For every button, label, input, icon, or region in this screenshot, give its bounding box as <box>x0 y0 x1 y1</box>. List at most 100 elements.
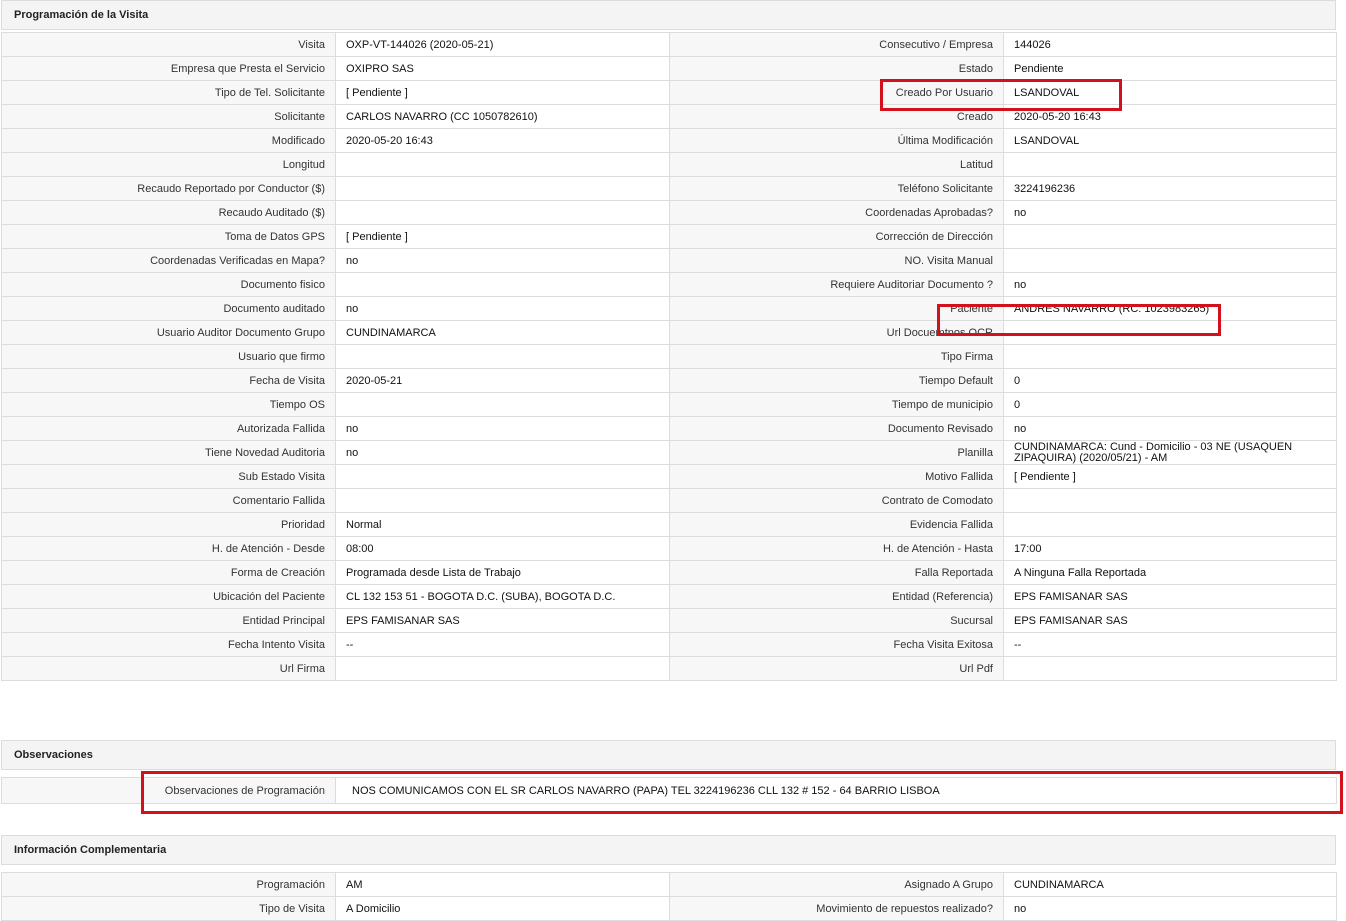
field-value: no <box>335 296 670 321</box>
field-value <box>335 176 670 201</box>
field-label: Tipo de Visita <box>1 896 336 921</box>
programacion-table: Visita OXP-VT-144026 (2020-05-21) Consecut… <box>1 32 1337 681</box>
field-value <box>335 152 670 177</box>
table-row: Coordenadas Verificadas en Mapa? no NO. V… <box>1 248 1337 273</box>
field-label: Prioridad <box>1 512 336 537</box>
field-value <box>335 392 670 417</box>
field-label: Asignado A Grupo <box>669 872 1004 897</box>
field-label: Movimiento de repuestos realizado? <box>669 896 1004 921</box>
field-value: no <box>1003 272 1337 297</box>
field-label: Planilla <box>669 440 1004 465</box>
field-label: Fecha Intento Visita <box>1 632 336 657</box>
table-row: Toma de Datos GPS[ Pendiente ] Corrección… <box>1 224 1337 249</box>
field-value: no <box>335 248 670 273</box>
field-value: CL 132 153 51 - BOGOTA D.C. (SUBA), BOGO… <box>335 584 670 609</box>
field-value: ANDRES NAVARRO (RC: 1023983265) <box>1003 296 1337 321</box>
field-value: AM <box>335 872 670 897</box>
field-label: Teléfono Solicitante <box>669 176 1004 201</box>
field-value <box>1003 512 1337 537</box>
field-value: OXIPRO SAS <box>335 56 670 81</box>
field-label: Tiempo OS <box>1 392 336 417</box>
field-label: Falla Reportada <box>669 560 1004 585</box>
table-row: Documento auditado no Paciente ANDRES NAVA… <box>1 296 1337 321</box>
field-label: Url Firma <box>1 656 336 681</box>
field-value: 17:00 <box>1003 536 1337 561</box>
informacion-table: Programación AM Asignado A Grupo CUNDINAMAR… <box>1 872 1337 921</box>
field-value: no <box>1003 416 1337 441</box>
field-value: [ Pendiente ] <box>335 224 670 249</box>
table-row: Url Firma Url Pdf <box>1 656 1337 681</box>
field-label: Coordenadas Verificadas en Mapa? <box>1 248 336 273</box>
table-row: Observaciones de Programación NOS COMUNI… <box>1 777 1337 804</box>
field-value <box>1003 656 1337 681</box>
field-label: Fecha Visita Exitosa <box>669 632 1004 657</box>
field-label: Fecha de Visita <box>1 368 336 393</box>
table-row: Empresa que Presta el Servicio OXIPRO SAS… <box>1 56 1337 81</box>
field-value: no <box>335 416 670 441</box>
field-value: A Ninguna Falla Reportada <box>1003 560 1337 585</box>
table-row: Recaudo Auditado ($) Coordenadas Aprobada… <box>1 200 1337 225</box>
field-value: 2020-05-20 16:43 <box>335 128 670 153</box>
field-label: Evidencia Fallida <box>669 512 1004 537</box>
field-value: CUNDINAMARCA <box>1003 872 1337 897</box>
observaciones-value: NOS COMUNICAMOS CON EL SR CARLOS NAVARRO… <box>335 777 1337 804</box>
field-label: Autorizada Fallida <box>1 416 336 441</box>
field-label: Creado <box>669 104 1004 129</box>
table-row: Autorizada Fallida no Documento Revisado … <box>1 416 1337 441</box>
table-row: Usuario Auditor Documento Grupo CUNDINAMA… <box>1 320 1337 345</box>
table-row: Entidad Principal EPS FAMISANAR SAS Sucurs… <box>1 608 1337 633</box>
field-label: Contrato de Comodato <box>669 488 1004 513</box>
field-value: 0 <box>1003 368 1337 393</box>
table-row: Longitud Latitud <box>1 152 1337 177</box>
table-row: Usuario que firmo Tipo Firma <box>1 344 1337 369</box>
field-value: OXP-VT-144026 (2020-05-21) <box>335 32 670 57</box>
observaciones-table: Observaciones de Programación NOS COMUNI… <box>1 777 1337 804</box>
field-label: Corrección de Dirección <box>669 224 1004 249</box>
field-label: Paciente <box>669 296 1004 321</box>
field-label: Documento auditado <box>1 296 336 321</box>
field-label: NO. Visita Manual <box>669 248 1004 273</box>
field-value <box>1003 224 1337 249</box>
field-value: no <box>335 440 670 465</box>
table-row: Documento fisico Requiere Auditoriar Docu… <box>1 272 1337 297</box>
field-label: Url Docuemtnos OCR <box>669 320 1004 345</box>
field-label: Tipo de Tel. Solicitante <box>1 80 336 105</box>
field-value: 3224196236 <box>1003 176 1337 201</box>
field-value: LSANDOVAL <box>1003 128 1337 153</box>
field-label: Visita <box>1 32 336 57</box>
field-label: Solicitante <box>1 104 336 129</box>
section-header-observaciones: Observaciones <box>1 740 1336 770</box>
field-label: Consecutivo / Empresa <box>669 32 1004 57</box>
table-row: Visita OXP-VT-144026 (2020-05-21) Consecut… <box>1 32 1337 57</box>
field-label: H. de Atención - Desde <box>1 536 336 561</box>
field-value <box>1003 344 1337 369</box>
field-value: -- <box>1003 632 1337 657</box>
field-value <box>335 656 670 681</box>
table-row: Programación AM Asignado A Grupo CUNDINAMAR… <box>1 872 1337 897</box>
field-value <box>335 200 670 225</box>
field-label: Tiempo Default <box>669 368 1004 393</box>
field-value: A Domicilio <box>335 896 670 921</box>
table-row: Tipo de Tel. Solicitante[ Pendiente ] Cre… <box>1 80 1337 105</box>
table-row: Ubicación del Paciente CL 132 153 51 - BO… <box>1 584 1337 609</box>
section-header-programacion: Programación de la Visita <box>1 0 1336 30</box>
table-row: Forma de Creación Programada desde Lista … <box>1 560 1337 585</box>
table-row: Solicitante CARLOS NAVARRO (CC 1050782610… <box>1 104 1337 129</box>
field-label: Creado Por Usuario <box>669 80 1004 105</box>
section-header-informacion: Información Complementaria <box>1 835 1336 865</box>
field-value <box>335 488 670 513</box>
table-row: Prioridad Normal Evidencia Fallida <box>1 512 1337 537</box>
field-value: -- <box>335 632 670 657</box>
field-value <box>335 272 670 297</box>
field-label: Ubicación del Paciente <box>1 584 336 609</box>
field-label: Comentario Fallida <box>1 488 336 513</box>
table-row: Modificado 2020-05-20 16:43 Última Modific… <box>1 128 1337 153</box>
field-value: 0 <box>1003 392 1337 417</box>
field-value: LSANDOVAL <box>1003 80 1337 105</box>
field-label: Sucursal <box>669 608 1004 633</box>
table-row: Sub Estado Visita Motivo Fallida[ Pendien… <box>1 464 1337 489</box>
field-label: Sub Estado Visita <box>1 464 336 489</box>
field-value: EPS FAMISANAR SAS <box>1003 584 1337 609</box>
field-value: EPS FAMISANAR SAS <box>1003 608 1337 633</box>
field-label: Recaudo Reportado por Conductor ($) <box>1 176 336 201</box>
